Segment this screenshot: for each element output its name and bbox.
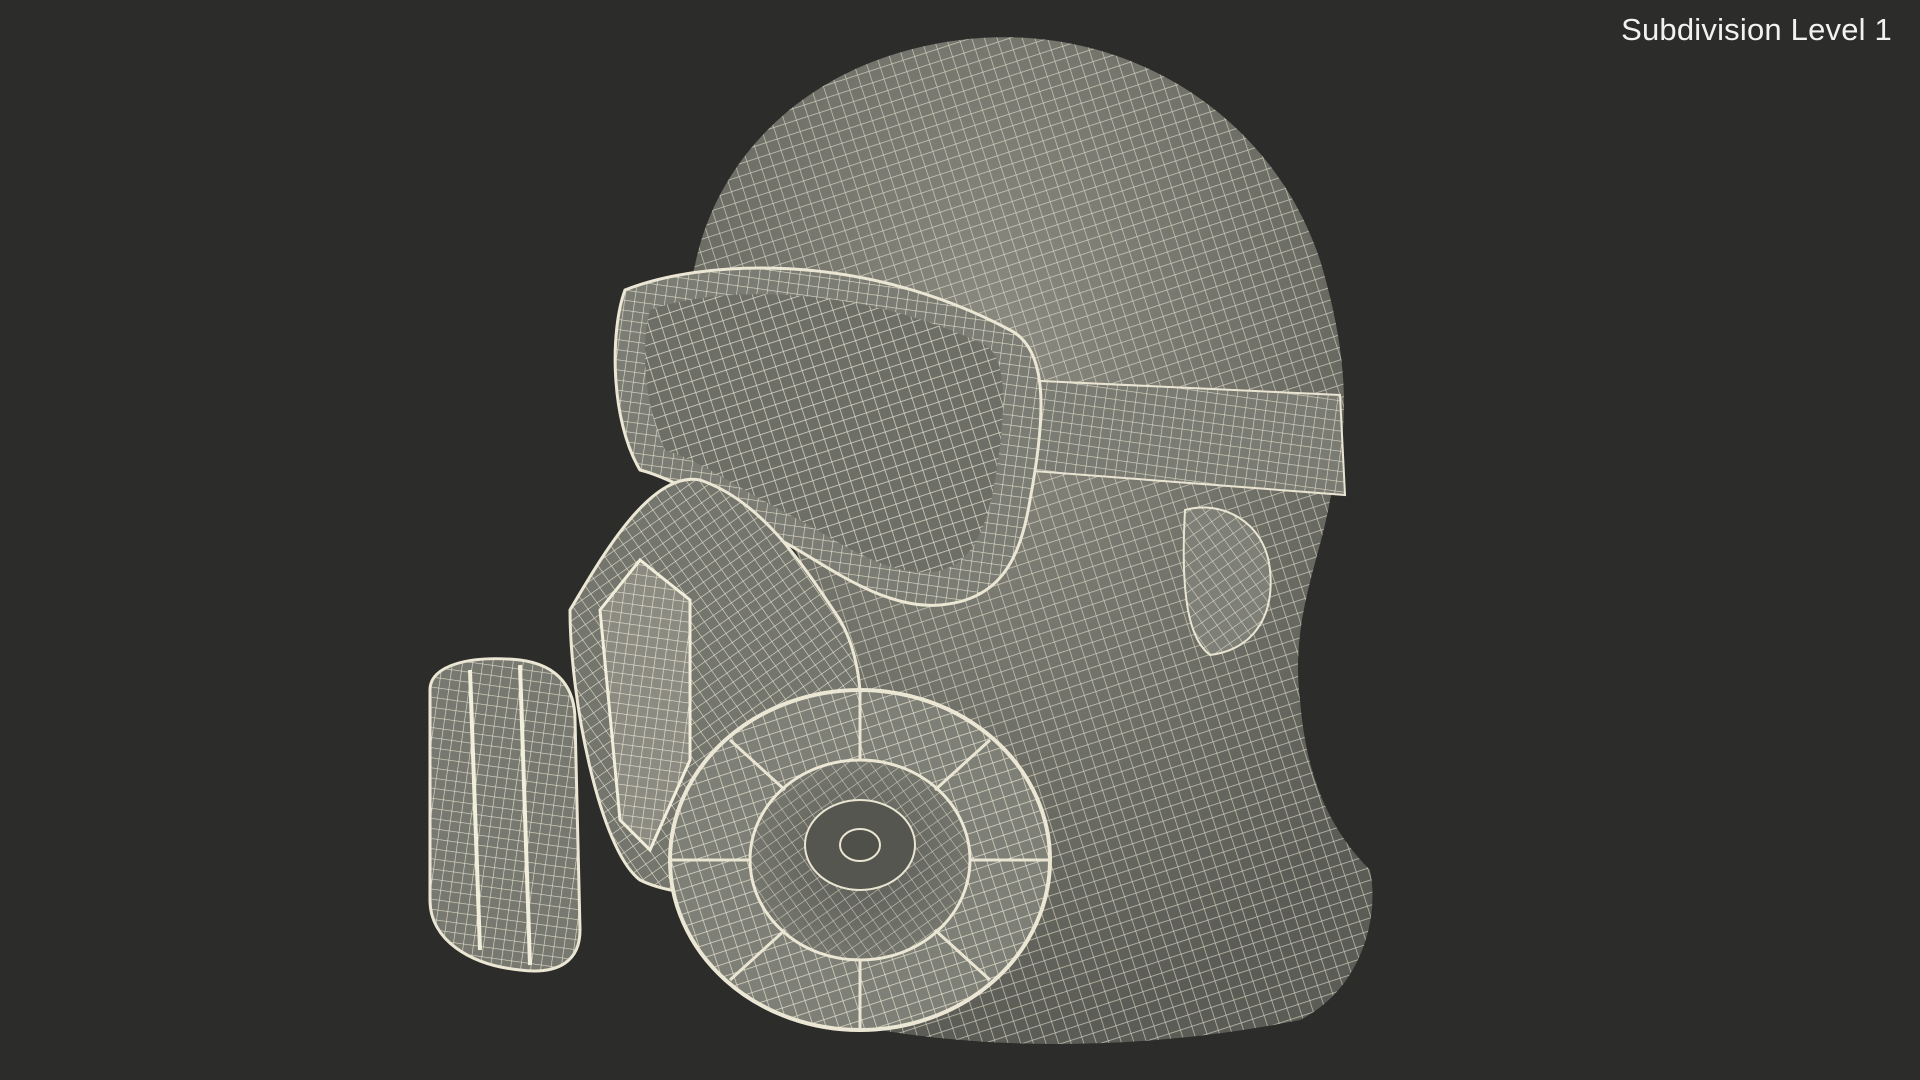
subdivision-level-label: Subdivision Level 1 [1621,12,1892,47]
left-filter-cartridge-mesh [428,657,582,973]
front-filter-cartridge-mesh [668,688,1052,1032]
3d-viewport[interactable]: Subdivision Level 1 [0,0,1920,1080]
gas-mask-wireframe-render [428,37,1373,1044]
